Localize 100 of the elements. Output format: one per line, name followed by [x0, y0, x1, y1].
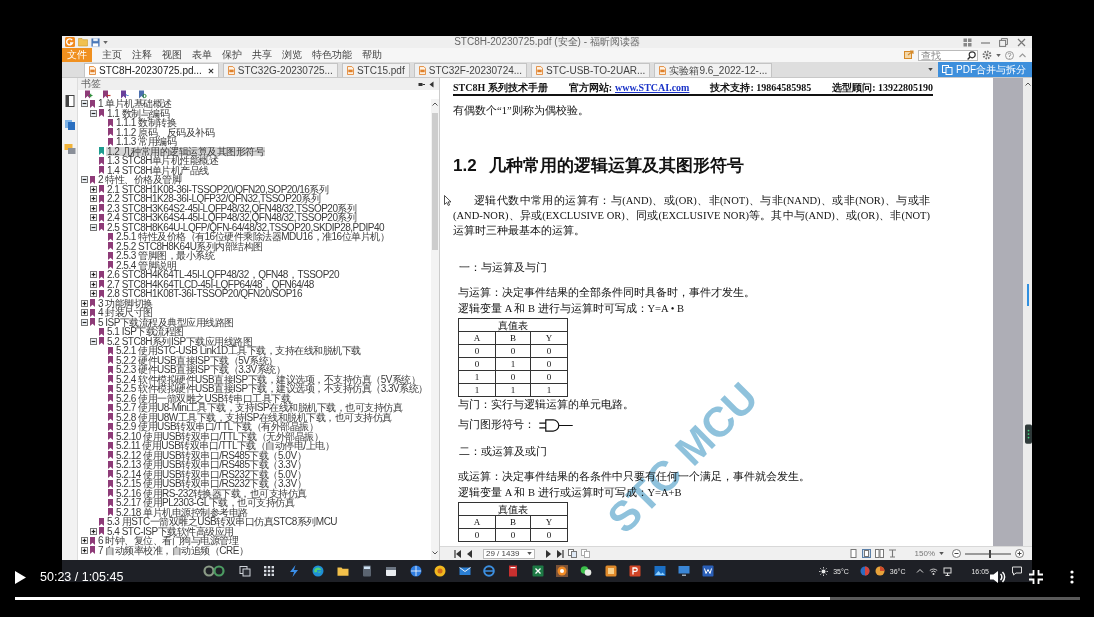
bookmark-item[interactable]: 5.2.3 硬件USB直接ISP下载（3.3V系统） — [115, 365, 287, 375]
bookmark-item[interactable]: 2 特性、价格及管脚 — [97, 175, 183, 185]
bookmark-item[interactable]: 5.2 STC8H系列ISP下载应用线路图 — [106, 336, 254, 346]
page-icon[interactable] — [63, 95, 76, 107]
search-field[interactable]: 查找 — [918, 49, 978, 61]
rings-icon[interactable] — [202, 565, 226, 577]
expand-icon[interactable] — [90, 185, 97, 193]
exit-fullscreen-icon[interactable] — [1029, 570, 1043, 584]
document-tab[interactable]: STC32G-20230725... — [222, 63, 338, 77]
document-tab[interactable]: STC8H-20230725.pd... — [84, 63, 219, 77]
book-icon[interactable] — [507, 565, 520, 577]
zoom-slider[interactable] — [965, 552, 1011, 555]
play-icon[interactable] — [15, 570, 26, 584]
bookmark-item[interactable]: 2.5.1 特性及价格（有16位硬件乘除法器MDU16，准16位单片机） — [115, 232, 391, 242]
bookmark-add-icon[interactable] — [84, 90, 93, 99]
bookmark-item[interactable]: 5.2.11 使用USB转双串口/TTL下载（自动停电/上电） — [115, 441, 336, 451]
bookmark-item[interactable]: 1.1.2 原码、反码及补码 — [115, 127, 216, 137]
expand-icon[interactable] — [81, 299, 88, 307]
bookmark-item[interactable]: 2.8 STC8H1K08T-36I-TSSOP20/QFN20/SOP16 — [106, 289, 303, 299]
first-page-icon[interactable] — [454, 549, 462, 558]
menu-item[interactable]: 共享 — [250, 48, 274, 62]
expand-icon[interactable] — [90, 527, 97, 535]
image-icon[interactable] — [653, 565, 666, 577]
chevron-down-icon[interactable] — [432, 551, 438, 555]
display-icon[interactable] — [943, 566, 953, 576]
single-page-icon[interactable] — [848, 549, 858, 558]
zoom-out-icon[interactable] — [952, 549, 961, 558]
volume-icon[interactable] — [990, 570, 1006, 584]
menu-item[interactable]: 注释 — [130, 48, 154, 62]
website-link[interactable]: www.STCAI.com — [615, 82, 690, 94]
collapse-icon[interactable] — [90, 337, 97, 345]
expand-icon[interactable] — [90, 204, 97, 212]
bookmark-item[interactable]: 5.2.16 使用RS-232转换器下载，也可支持仿真 — [115, 488, 308, 498]
caret-icon[interactable] — [527, 552, 532, 555]
bookmark-item[interactable]: 5.2.1 使用STC-USB Link1D工具下载，支持在线和脱机下载 — [115, 346, 362, 356]
caret-icon[interactable] — [939, 552, 944, 555]
bookmark-item[interactable]: 5.2.13 使用USB转双串口/RS485下载（3.3V） — [115, 460, 308, 470]
scrollbar-thumb[interactable] — [432, 113, 438, 250]
bookmark-item[interactable]: 2.7 STC8H4K64TLCD-45I-LQFP64/48，QFN64/48 — [106, 279, 315, 289]
collapse-icon[interactable] — [90, 223, 97, 231]
document-icon[interactable] — [702, 565, 715, 577]
bookmark-remove-icon[interactable] — [102, 90, 111, 99]
wifi-icon[interactable] — [929, 566, 939, 576]
zoom-dropdown[interactable]: 150% — [914, 548, 944, 559]
grid-icon[interactable] — [263, 565, 276, 577]
bookmark-item[interactable]: 2.3 STC8H3K64S2-45I-LQFP48/32,QFN48/32,TSSOP20系列 — [106, 203, 358, 213]
square-app-icon[interactable] — [604, 565, 617, 577]
comment-icon[interactable] — [63, 143, 76, 155]
folder-icon[interactable] — [336, 565, 349, 577]
bookmark-item[interactable]: 5.1 ISP下载流程图 — [106, 327, 185, 337]
document-tab[interactable]: STC-USB-TO-2UAR... — [531, 63, 651, 77]
slider-thumb[interactable] — [989, 549, 992, 558]
page-field[interactable]: 29 / 1439 — [483, 548, 535, 559]
bookmark-item[interactable]: 1.2 几种常用的逻辑运算及其图形符号 — [106, 146, 266, 156]
pie-chart-icon[interactable] — [874, 566, 885, 576]
bookmark-item[interactable]: 1.4 STC8H单片机产品线 — [106, 165, 210, 175]
bookmark-item[interactable]: 3 功能脚切换 — [97, 298, 154, 308]
bookmark-item[interactable]: 1.3 STC8H单片机性能概述 — [106, 156, 220, 166]
share-icon[interactable] — [904, 50, 914, 60]
chevron-up-icon[interactable] — [916, 567, 925, 575]
caret-icon[interactable] — [996, 53, 1001, 57]
bookmark-item[interactable]: 5.2.15 使用USB转双串口/RS232下载（3.3V） — [115, 479, 308, 489]
globe-icon[interactable] — [409, 565, 422, 577]
expand-icon[interactable] — [90, 290, 97, 298]
zoom-in-icon[interactable] — [1015, 549, 1024, 558]
expand-icon[interactable] — [90, 195, 97, 203]
calculator-icon[interactable] — [360, 565, 373, 577]
layers-icon[interactable] — [63, 119, 76, 131]
triangle-left-icon[interactable] — [428, 80, 435, 88]
bookmark-item[interactable]: 1.1.3 常用编码 — [115, 137, 178, 147]
bookmark-item[interactable]: 5 ISP下载流程及典型应用线路图 — [97, 317, 235, 327]
continuous-page-icon[interactable] — [861, 549, 871, 558]
menu-item[interactable]: 特色功能 — [310, 48, 354, 62]
bookmark-item[interactable]: 2.5.2 STC8H8K64U系列内部结构图 — [115, 241, 264, 251]
chevron-up-icon[interactable] — [432, 102, 438, 106]
lightning-icon[interactable] — [287, 565, 300, 577]
bookmark-item[interactable]: 5.4 STC-ISP下载软件高级应用 — [106, 526, 235, 536]
bookmark-item[interactable]: 2.5.3 管脚图，最小系统 — [115, 251, 216, 261]
bookmark-item[interactable]: 5.2.8 使用U8W工具下载，支持ISP在线和脱机下载，也可支持仿真 — [115, 412, 393, 422]
restore-icon[interactable] — [999, 37, 1008, 47]
more-options-icon[interactable] — [1070, 570, 1074, 584]
browser-icon[interactable] — [312, 565, 325, 577]
split-circle-icon[interactable] — [859, 566, 870, 576]
bookmark-item[interactable]: 2.6 STC8H4K64TL-45I-LQFP48/32，QFN48，TSSOP20 — [106, 270, 340, 280]
side-handle-icon[interactable] — [1025, 423, 1032, 445]
close-icon[interactable] — [207, 67, 214, 74]
caret-icon[interactable] — [103, 40, 108, 44]
menu-item[interactable]: 保护 — [220, 48, 244, 62]
collapse-icon[interactable] — [81, 318, 88, 326]
collapse-icon[interactable] — [90, 109, 97, 117]
bookmark-item[interactable]: 2.2 STC8H1K28-36I-LQFP32/QFN32,TSSOP20系列 — [106, 194, 322, 204]
menu-item[interactable]: 视图 — [160, 48, 184, 62]
circle-bar-icon[interactable] — [482, 565, 495, 577]
bookmark-item[interactable]: 2.5 STC8H8K64U-LQFP/QFN-64/48/32,TSSOP20,SKDIP28,PDIP40 — [106, 222, 386, 232]
notification-icon[interactable] — [1012, 566, 1022, 576]
progress-track[interactable] — [15, 597, 1080, 600]
menu-item[interactable]: 主页 — [100, 48, 124, 62]
next-page-icon[interactable] — [544, 549, 552, 558]
bookmark-item[interactable]: 6 时钟、复位、看门狗与电源管理 — [97, 536, 240, 546]
menu-item[interactable]: 帮助 — [360, 48, 384, 62]
